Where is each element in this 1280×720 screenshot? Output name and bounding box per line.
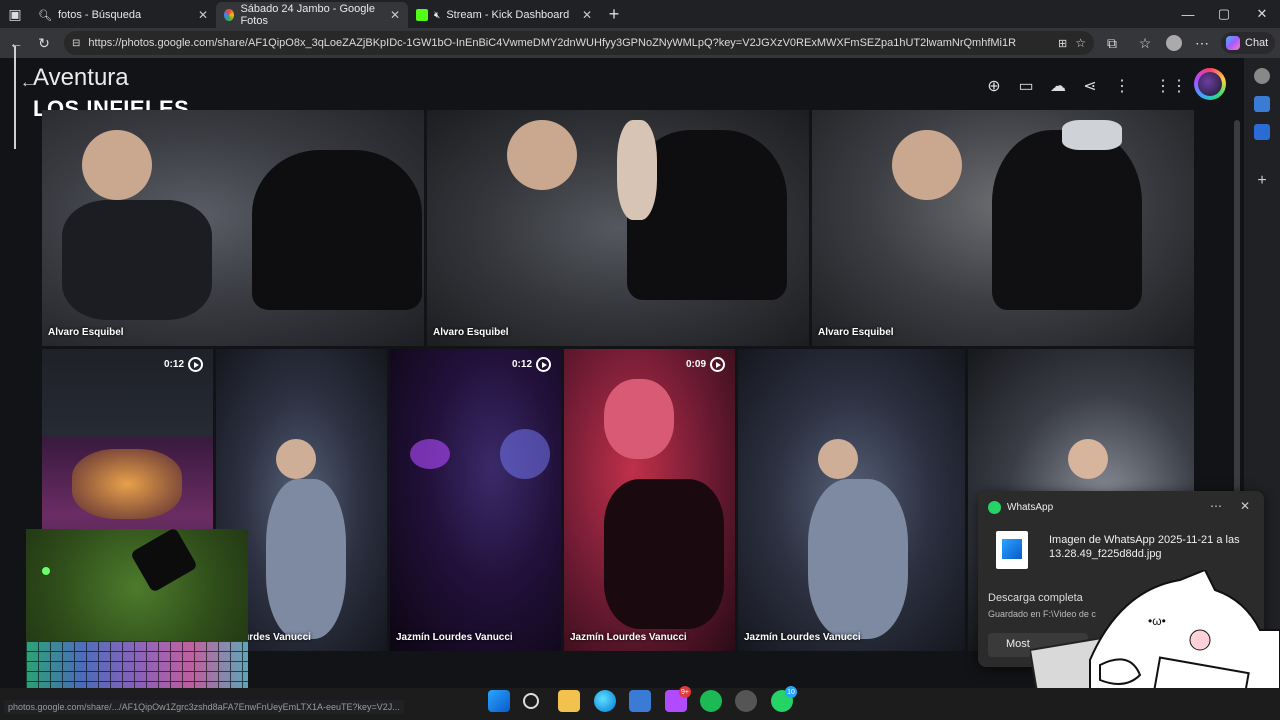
app-install-icon[interactable]: ⊞ [1058, 37, 1067, 50]
reload-button[interactable]: ↻ [30, 29, 58, 57]
browser-toolbar: ← ↻ ⊟ https://photos.google.com/share/AF… [0, 28, 1280, 58]
video-duration: 0:12 [512, 357, 551, 372]
chat-label: Chat [1245, 37, 1269, 49]
more-options-icon[interactable]: ⋯ [1210, 499, 1222, 513]
share-icon[interactable]: ⋖ [1074, 74, 1106, 98]
close-icon[interactable]: ✕ [198, 8, 208, 22]
photo-tile[interactable]: Alvaro Esquibel [42, 110, 424, 346]
search-icon[interactable] [523, 693, 539, 709]
photo-owner: Jazmín Lourdes Vanucci [744, 632, 861, 643]
star-icon[interactable]: ☆ [1075, 36, 1086, 50]
extensions-icon[interactable]: ⧉ [1098, 29, 1126, 57]
account-avatar[interactable] [1194, 68, 1226, 100]
video-tile[interactable]: 0:12 Jazmín Lourdes Vanucci [390, 349, 561, 651]
file-explorer-icon[interactable] [558, 690, 580, 712]
title-divider [14, 46, 16, 149]
photo-tile[interactable]: Alvaro Esquibel [812, 110, 1194, 346]
more-options-icon[interactable]: ⋮ [1106, 74, 1138, 98]
new-tab-button[interactable]: + [600, 0, 628, 28]
phone-in-webcam [129, 529, 199, 593]
photo-owner: Jazmín Lourdes Vanucci [570, 632, 687, 643]
browser-tab-strip: ▣ 🔍︎ fotos - Búsqueda ✕ Sábado 24 Jambo … [0, 0, 1280, 28]
search-icon: 🔍︎ [38, 9, 52, 22]
svg-text:•ω•: •ω• [1148, 614, 1166, 628]
profile-icon[interactable] [1160, 29, 1188, 57]
whatsapp-badge: 10 [785, 686, 797, 698]
photo-owner: Jazmín Lourdes Vanucci [396, 632, 513, 643]
site-info-icon[interactable]: ⊟ [72, 38, 80, 49]
obs-icon[interactable] [735, 690, 757, 712]
tab-label: Sábado 24 Jambo - Google Fotos [240, 3, 375, 27]
cloud-download-icon[interactable]: ☁ [1042, 74, 1074, 98]
close-window-button[interactable]: ✕ [1244, 0, 1280, 28]
sidebar-app-icon[interactable] [1254, 68, 1270, 84]
album-actions: ⊕ ▭ ☁ ⋖ ⋮ [978, 74, 1138, 98]
tab-actions-icon[interactable]: ▣ [0, 0, 30, 28]
maximize-button[interactable]: ▢ [1206, 0, 1242, 28]
video-tile[interactable]: 0:09 Jazmín Lourdes Vanucci [564, 349, 735, 651]
close-icon[interactable]: ✕ [1240, 499, 1250, 513]
more-menu-icon[interactable]: ⋯ [1188, 29, 1216, 57]
tab-google-photos[interactable]: Sábado 24 Jambo - Google Fotos ✕ [216, 2, 408, 28]
notification-app-name: WhatsApp [1007, 502, 1054, 513]
tab-label: Stream - Kick Dashboard [446, 9, 570, 21]
video-duration: 0:09 [686, 357, 725, 372]
spotify-icon[interactable] [700, 690, 722, 712]
album-title: Aventura [33, 64, 129, 91]
play-icon [536, 357, 551, 372]
office-icon[interactable] [1254, 124, 1270, 140]
apps-grid-icon[interactable]: ⋮⋮ [1155, 74, 1187, 98]
image-file-icon [996, 531, 1028, 569]
windows-start-icon[interactable] [488, 690, 510, 712]
photo-tile[interactable]: Alvaro Esquibel [427, 110, 809, 346]
add-photos-icon[interactable]: ⊕ [978, 74, 1010, 98]
notification-header: WhatsApp [988, 501, 1053, 514]
copilot-chat-button[interactable]: Chat [1221, 32, 1275, 54]
play-icon [188, 357, 203, 372]
back-button[interactable]: ← [2, 29, 30, 57]
minimize-button[interactable]: — [1170, 0, 1206, 28]
notification-file-name: Imagen de WhatsApp 2025-11-21 a las 13.2… [1049, 534, 1240, 560]
tab-kick[interactable]: 🔇︎ Stream - Kick Dashboard ✕ [408, 2, 600, 28]
discord-badge: 9+ [679, 686, 691, 698]
webcam-overlay [26, 529, 248, 695]
whatsapp-icon [988, 501, 1001, 514]
photo-owner: Alvaro Esquibel [818, 327, 894, 338]
store-icon[interactable] [629, 690, 651, 712]
copilot-icon [1226, 36, 1240, 50]
close-icon[interactable]: ✕ [582, 8, 592, 22]
play-icon [710, 357, 725, 372]
comment-icon[interactable]: ▭ [1010, 74, 1042, 98]
photo-tile[interactable]: Jazmín Lourdes Vanucci [738, 349, 965, 651]
add-sidebar-app-icon[interactable]: + [1257, 172, 1266, 190]
hover-link-status: photos.google.com/share/.../AF1QipOw1Zgr… [4, 700, 404, 714]
video-duration: 0:12 [164, 357, 203, 372]
photo-owner: Alvaro Esquibel [433, 327, 509, 338]
url-text: https://photos.google.com/share/AF1QipO8… [88, 37, 1017, 49]
address-bar[interactable]: ⊟ https://photos.google.com/share/AF1Qip… [64, 31, 1094, 55]
favorites-icon[interactable]: ☆ [1131, 29, 1159, 57]
tab-search[interactable]: 🔍︎ fotos - Búsqueda ✕ [30, 2, 216, 28]
translate-icon[interactable] [1254, 96, 1270, 112]
kick-icon [416, 9, 428, 21]
google-photos-icon [224, 9, 235, 21]
edge-icon[interactable] [594, 690, 616, 712]
photo-owner: Alvaro Esquibel [48, 327, 124, 338]
tab-label: fotos - Búsqueda [57, 9, 142, 21]
mute-icon[interactable]: 🔇︎ [434, 10, 440, 21]
close-icon[interactable]: ✕ [390, 8, 400, 22]
